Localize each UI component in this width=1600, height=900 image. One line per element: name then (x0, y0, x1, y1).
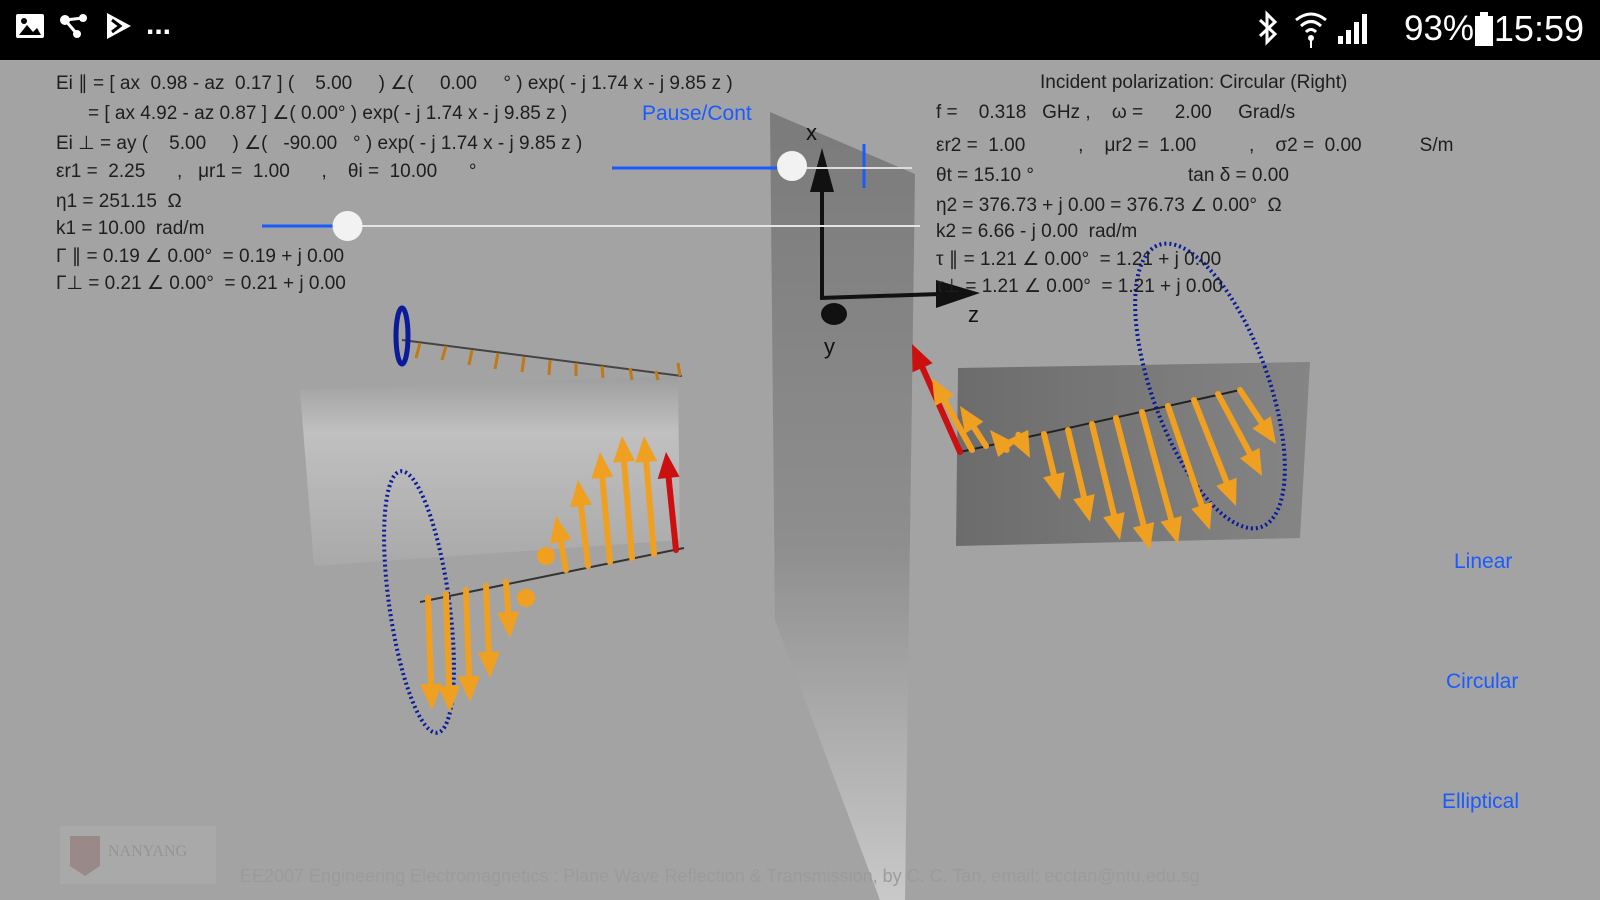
signal-icon (1338, 14, 1367, 44)
reflected-wave (393, 305, 683, 381)
polarization-label: Incident polarization: Circular (Right) (1040, 72, 1348, 93)
bluetooth-icon (1258, 10, 1278, 46)
play-store-icon (107, 13, 131, 39)
incident-field-arrow (497, 579, 520, 638)
interface-plane (770, 112, 915, 900)
theta-t-value: θt = 15.10 ° (936, 165, 1034, 186)
share-icon (60, 14, 87, 38)
gamma-parallel: Γ ∥ = 0.19 ∠ 0.00° = 0.19 + j 0.00 (56, 246, 345, 267)
k1-value: k1 = 10.00 rad/m (56, 218, 205, 239)
simulation-canvas[interactable]: x y z NANYANG (0, 60, 1600, 900)
ei-parallel-line-1: Ei ∥ = [ ax 0.98 - az 0.17 ] ( 5.00 ) ∠(… (56, 73, 733, 94)
ei-parallel-line-2: = [ ax 4.92 - az 0.87 ] ∠( 0.00° ) exp( … (88, 103, 568, 124)
k2-value: k2 = 6.66 - j 0.00 rad/m (936, 221, 1138, 242)
gallery-icon (16, 14, 44, 38)
more-notifications-icon: ... (146, 8, 172, 41)
elliptical-button[interactable]: Elliptical (1442, 790, 1519, 814)
incident-field-arrow (438, 591, 461, 712)
linear-button[interactable]: Linear (1454, 550, 1512, 574)
pause-button[interactable]: Pause/Cont (642, 102, 752, 126)
tan-delta-value: tan δ = 0.00 (1188, 165, 1289, 186)
incident-field-arrow (477, 583, 500, 678)
incident-field-arrow (420, 595, 443, 710)
reflected-wave-ellipse (393, 305, 411, 367)
k-slider-knob (332, 211, 363, 241)
circular-button[interactable]: Circular (1446, 670, 1518, 694)
ei-perpendicular: Ei ⊥ = ay ( 5.00 ) ∠( -90.00 ° ) exp( - … (56, 133, 583, 154)
university-logo: NANYANG (60, 826, 216, 884)
wifi-icon (1295, 12, 1327, 48)
medium1-params: εr1 = 2.25 , μr1 = 1.00 , θi = 10.00 ° (56, 161, 477, 182)
frequency-line: f = 0.318 GHz , ω = 2.00 Grad/s (936, 102, 1296, 123)
eta2-value: η2 = 376.73 + j 0.00 = 376.73 ∠ 0.00° Ω (936, 195, 1282, 216)
y-axis-label: y (824, 334, 835, 359)
incident-field-arrow (537, 547, 555, 565)
gamma-perpendicular: Γ⊥ = 0.21 ∠ 0.00° = 0.21 + j 0.00 (56, 273, 346, 294)
footer-caption: EE2007 Engineering Electromagnetics : Pl… (240, 866, 1200, 886)
x-axis-label: x (806, 120, 817, 145)
status-bar: ... 93% 15:59 (0, 0, 1600, 60)
incident-field-arrow (517, 589, 535, 607)
z-axis-label: z (968, 302, 979, 327)
clock: 15:59 (1493, 8, 1584, 49)
time-slider-knob (777, 151, 807, 181)
tau-perpendicular: τ⊥ = 1.21 ∠ 0.00° = 1.21 + j 0.00 (936, 276, 1223, 297)
incident-field-arrow (458, 587, 481, 702)
medium2-params: εr2 = 1.00 , μr2 = 1.00 , σ2 = 0.00 S/m (936, 135, 1454, 156)
tau-parallel: τ ∥ = 1.21 ∠ 0.00° = 1.21 + j 0.00 (936, 249, 1222, 270)
battery-icon (1475, 12, 1493, 46)
battery-percent: 93% (1404, 9, 1475, 48)
logo-text: NANYANG (108, 843, 188, 860)
eta1-value: η1 = 251.15 Ω (56, 191, 182, 212)
